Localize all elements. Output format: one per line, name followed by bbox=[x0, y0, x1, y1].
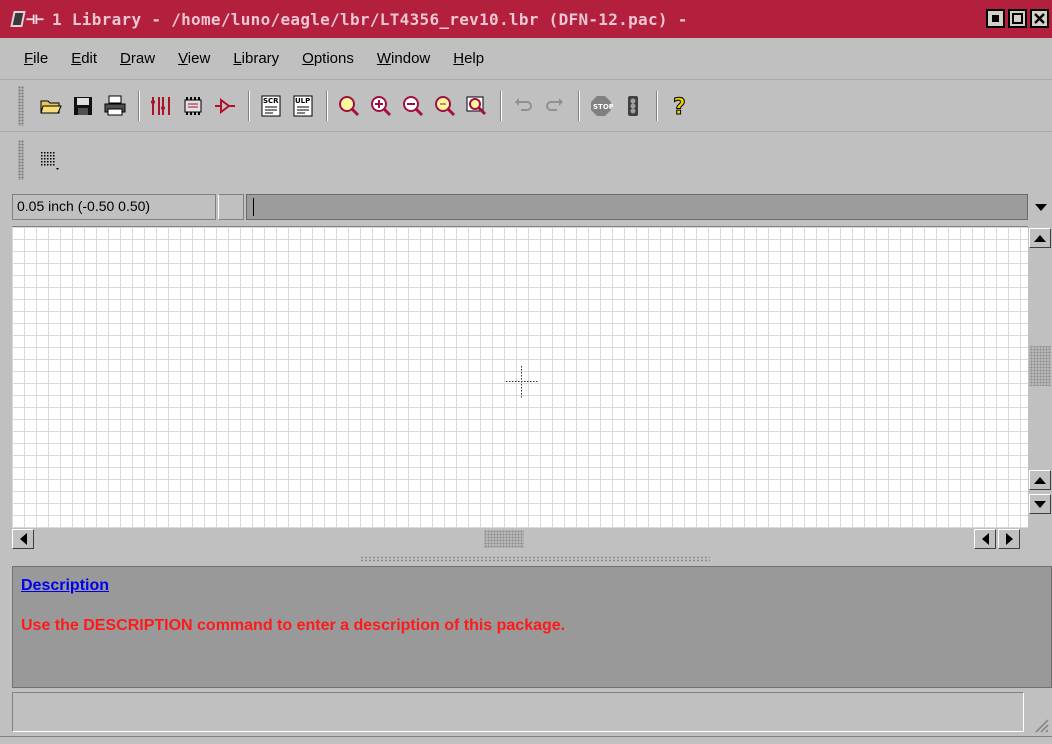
zoom-fit-icon[interactable] bbox=[334, 91, 364, 121]
toolbar-separator bbox=[500, 90, 502, 121]
title-bar: ⊣⊢ 1 Library - /home/luno/eagle/lbr/LT43… bbox=[0, 0, 1052, 38]
main-toolbar: SCR ULP STOP ? bbox=[0, 80, 1052, 132]
redo-icon[interactable] bbox=[540, 91, 570, 121]
menu-view[interactable]: View bbox=[176, 48, 212, 69]
parameter-box[interactable] bbox=[218, 194, 244, 220]
arrow-left-icon bbox=[19, 533, 27, 545]
menu-file[interactable]: File bbox=[22, 48, 50, 69]
drawing-canvas[interactable] bbox=[12, 226, 1028, 528]
svg-text:?: ? bbox=[673, 95, 686, 118]
window-controls bbox=[986, 9, 1049, 28]
toolbar-separator bbox=[578, 90, 580, 121]
vertical-scrollbar[interactable] bbox=[1028, 226, 1052, 528]
status-bar bbox=[12, 692, 1024, 732]
zoom-out-icon[interactable] bbox=[398, 91, 428, 121]
minimize-button[interactable] bbox=[986, 9, 1005, 28]
menu-library[interactable]: Library bbox=[231, 48, 281, 69]
window-bottom-edge bbox=[0, 736, 1052, 744]
command-history-dropdown[interactable] bbox=[1030, 194, 1052, 220]
window-title: 1 Library - /home/luno/eagle/lbr/LT4356_… bbox=[52, 9, 688, 29]
arrow-up-icon bbox=[1034, 476, 1046, 484]
coordinate-display: 0.05 inch (-0.50 0.50) bbox=[12, 194, 216, 220]
arrow-down-icon bbox=[1034, 500, 1046, 508]
symbol-icon[interactable] bbox=[210, 91, 240, 121]
resize-grip-icon[interactable] bbox=[1030, 714, 1050, 734]
scroll-left-button[interactable] bbox=[12, 529, 34, 549]
description-link[interactable]: Description bbox=[21, 577, 109, 595]
help-icon[interactable]: ? bbox=[664, 91, 694, 121]
chevron-down-icon bbox=[1035, 203, 1047, 211]
command-input[interactable] bbox=[246, 194, 1028, 220]
schematic-icon[interactable] bbox=[146, 91, 176, 121]
horizontal-scrollbar[interactable] bbox=[12, 528, 1052, 550]
ulp-icon[interactable]: ULP bbox=[288, 91, 318, 121]
toolbar-grip[interactable] bbox=[18, 140, 24, 180]
stop-icon[interactable]: STOP bbox=[586, 91, 616, 121]
zoom-redraw-icon[interactable] bbox=[430, 91, 460, 121]
undo-icon[interactable] bbox=[508, 91, 538, 121]
open-icon[interactable] bbox=[36, 91, 66, 121]
grid-icon[interactable] bbox=[36, 145, 66, 175]
crosshair-cursor bbox=[506, 366, 538, 398]
command-row: 0.05 inch (-0.50 0.50) bbox=[0, 190, 1052, 226]
toolbar-separator bbox=[138, 90, 140, 121]
menu-bar: File Edit Draw View Library Options Wind… bbox=[0, 38, 1052, 80]
secondary-toolbar bbox=[0, 132, 1052, 188]
horizontal-scroll-thumb[interactable] bbox=[484, 530, 524, 548]
save-icon[interactable] bbox=[68, 91, 98, 121]
maximize-button[interactable] bbox=[1008, 9, 1027, 28]
scroll-right-button[interactable] bbox=[998, 529, 1020, 549]
go-icon[interactable] bbox=[618, 91, 648, 121]
menu-options[interactable]: Options bbox=[300, 48, 356, 69]
panel-splitter[interactable] bbox=[360, 556, 710, 562]
package-icon[interactable] bbox=[178, 91, 208, 121]
toolbar-grip[interactable] bbox=[18, 85, 24, 126]
arrow-right-icon bbox=[1005, 533, 1013, 545]
scroll-down-button[interactable] bbox=[1029, 494, 1051, 514]
vertical-scroll-thumb[interactable] bbox=[1029, 346, 1051, 386]
menu-window[interactable]: Window bbox=[375, 48, 432, 69]
scroll-left-lower-button[interactable] bbox=[974, 529, 996, 549]
scroll-up-button[interactable] bbox=[1029, 228, 1051, 248]
menu-edit[interactable]: Edit bbox=[69, 48, 99, 69]
zoom-in-icon[interactable] bbox=[366, 91, 396, 121]
print-icon[interactable] bbox=[100, 91, 130, 121]
svg-text:ULP: ULP bbox=[295, 97, 310, 105]
description-panel: Description Use the DESCRIPTION command … bbox=[12, 566, 1052, 688]
toolbar-separator bbox=[326, 90, 328, 121]
script-icon[interactable]: SCR bbox=[256, 91, 286, 121]
text-cursor bbox=[253, 198, 254, 216]
arrow-left-icon bbox=[981, 533, 989, 545]
svg-text:SCR: SCR bbox=[263, 97, 279, 105]
toolbar-separator bbox=[656, 90, 658, 121]
close-button[interactable] bbox=[1030, 9, 1049, 28]
toolbar-separator bbox=[248, 90, 250, 121]
app-icon: ⊣⊢ bbox=[10, 7, 46, 31]
menu-help[interactable]: Help bbox=[451, 48, 486, 69]
arrow-up-icon bbox=[1034, 234, 1046, 242]
svg-text:STOP: STOP bbox=[593, 103, 613, 111]
scroll-up-lower-button[interactable] bbox=[1029, 470, 1051, 490]
menu-draw[interactable]: Draw bbox=[118, 48, 157, 69]
zoom-select-icon[interactable] bbox=[462, 91, 492, 121]
description-text: Use the DESCRIPTION command to enter a d… bbox=[21, 617, 566, 634]
